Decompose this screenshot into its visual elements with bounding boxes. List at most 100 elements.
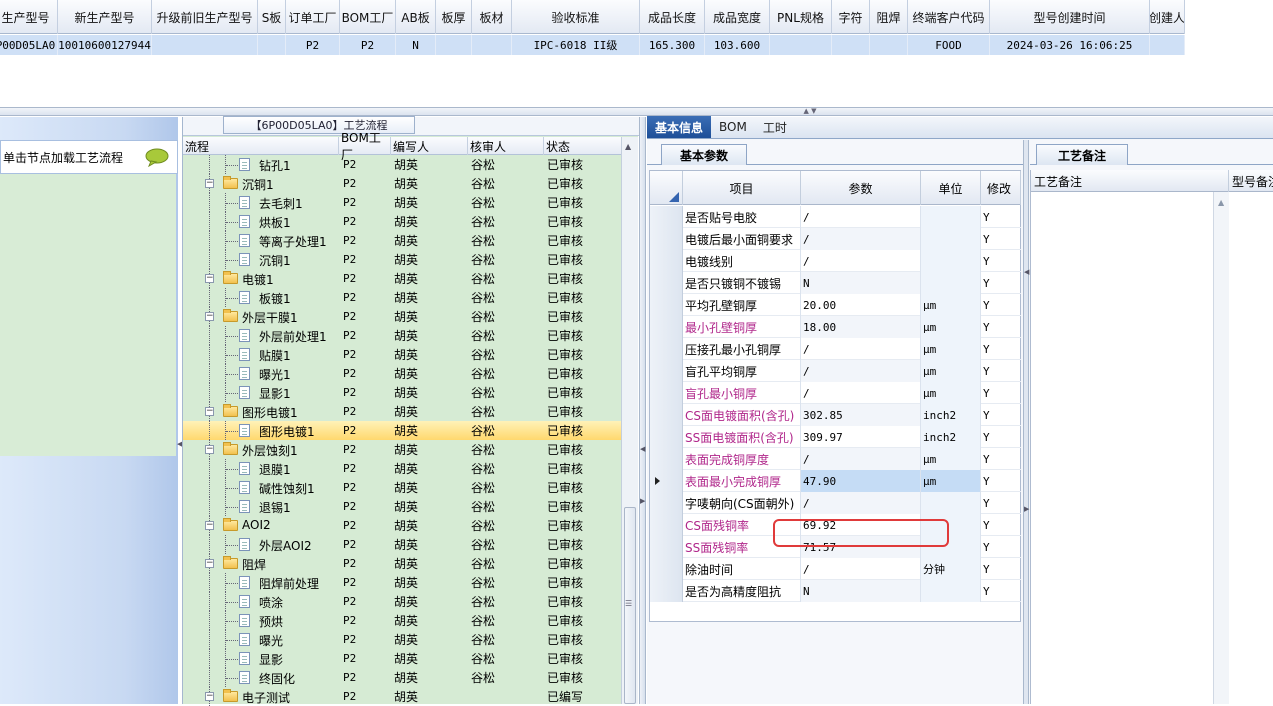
col-flow[interactable]: 流程 [183, 137, 339, 155]
col-process-note[interactable]: 工艺备注 [1031, 170, 1229, 192]
tree-row[interactable]: − 图形电镀1 P2 胡英 谷松 已审核 [183, 402, 621, 421]
tab-work-hours[interactable]: 工时 [755, 116, 795, 138]
param-modify-flag[interactable]: Y [981, 206, 1021, 228]
tree-node[interactable]: − 外层干膜1 [183, 307, 339, 326]
tree-row[interactable]: 阻焊前处理 P2 胡英 谷松 已审核 [183, 573, 621, 592]
param-unit[interactable] [921, 228, 981, 250]
param-row[interactable]: 盲孔平均铜厚 / μm Y [650, 360, 1021, 382]
param-unit[interactable]: inch2 [921, 404, 981, 426]
tree-row[interactable]: 钻孔1 P2 胡英 谷松 已审核 [183, 155, 621, 174]
col-model-create-time[interactable]: 型号创建时间 [990, 0, 1150, 34]
tree-node[interactable]: 终固化 [183, 668, 339, 687]
param-unit[interactable] [921, 580, 981, 602]
param-value[interactable]: / [801, 448, 921, 470]
param-unit[interactable] [921, 272, 981, 294]
split-right-arrow-icon[interactable]: ▶ [1024, 505, 1029, 513]
cell-acceptance-standard[interactable]: IPC-6018 II级 [512, 35, 640, 55]
col-pnl-spec[interactable]: PNL规格 [770, 0, 832, 34]
tree-row[interactable]: 终固化 P2 胡英 谷松 已审核 [183, 668, 621, 687]
col-s-board[interactable]: S板 [258, 0, 286, 34]
cell-board-thickness[interactable] [436, 35, 472, 55]
param-modify-flag[interactable]: Y [981, 294, 1021, 316]
param-unit[interactable]: μm [921, 316, 981, 338]
tree-row[interactable]: 图形电镀1 P2 胡英 谷松 已审核 [183, 421, 621, 440]
param-value[interactable]: 18.00 [801, 316, 921, 338]
tree-node[interactable]: 外层前处理1 [183, 326, 339, 345]
param-value[interactable]: N [801, 580, 921, 602]
col-finished-width[interactable]: 成品宽度 [705, 0, 770, 34]
param-unit[interactable]: 分钟 [921, 558, 981, 580]
col-model-note[interactable]: 型号备注 [1229, 170, 1273, 192]
param-row[interactable]: 平均孔壁铜厚 20.00 μm Y [650, 294, 1021, 316]
row-indicator[interactable] [650, 338, 683, 360]
tree-node[interactable]: 退锡1 [183, 497, 339, 516]
tree-node[interactable]: 外层AOI2 [183, 535, 339, 554]
col-legend[interactable]: 字符 [832, 0, 870, 34]
cell-model-create-time[interactable]: 2024-03-26 16:06:25 [990, 35, 1150, 55]
collapse-toggle-icon[interactable]: − [205, 692, 214, 701]
row-indicator[interactable] [650, 558, 683, 580]
param-modify-flag[interactable]: Y [981, 426, 1021, 448]
col-param[interactable]: 参数 [801, 171, 921, 205]
param-row[interactable]: 除油时间 / 分钟 Y [650, 558, 1021, 580]
param-value[interactable]: / [801, 360, 921, 382]
col-bom-factory[interactable]: BOM工厂 [340, 0, 396, 34]
cell-creator[interactable] [1150, 35, 1185, 55]
col-modify[interactable]: 修改 [981, 171, 1021, 205]
param-value[interactable]: / [801, 250, 921, 272]
tree-node[interactable]: − 外层蚀刻1 [183, 440, 339, 459]
param-value[interactable]: 20.00 [801, 294, 921, 316]
tree-row[interactable]: 沉铜1 P2 胡英 谷松 已审核 [183, 250, 621, 269]
param-modify-flag[interactable]: Y [981, 272, 1021, 294]
param-modify-flag[interactable]: Y [981, 228, 1021, 250]
param-modify-flag[interactable]: Y [981, 360, 1021, 382]
cell-solder-mask[interactable] [870, 35, 908, 55]
split-left-arrow-icon[interactable]: ◀ [1024, 268, 1029, 276]
tree-row[interactable]: 等离子处理1 P2 胡英 谷松 已审核 [183, 231, 621, 250]
param-unit[interactable]: μm [921, 338, 981, 360]
tree-row[interactable]: − 电子测试 P2 胡英 已编写 [183, 687, 621, 706]
collapse-toggle-icon[interactable]: − [205, 274, 214, 283]
collapse-toggle-icon[interactable]: − [205, 521, 214, 530]
tree-node[interactable]: 预烘 [183, 611, 339, 630]
param-row[interactable]: 最小孔壁铜厚 18.00 μm Y [650, 316, 1021, 338]
tree-node[interactable]: 板镀1 [183, 288, 339, 307]
tree-row[interactable]: − 阻焊 P2 胡英 谷松 已审核 [183, 554, 621, 573]
param-modify-flag[interactable]: Y [981, 250, 1021, 272]
cell-legend[interactable] [832, 35, 870, 55]
param-row[interactable]: SS面电镀面积(含孔) 309.97 inch2 Y [650, 426, 1021, 448]
col-unit[interactable]: 单位 [921, 171, 981, 205]
param-row[interactable]: 盲孔最小铜厚 / μm Y [650, 382, 1021, 404]
col-reviewer[interactable]: 核审人 [468, 137, 544, 155]
tree-row[interactable]: 预烘 P2 胡英 谷松 已审核 [183, 611, 621, 630]
param-unit[interactable]: μm [921, 294, 981, 316]
tree-row[interactable]: 喷涂 P2 胡英 谷松 已审核 [183, 592, 621, 611]
param-value[interactable]: 309.97 [801, 426, 921, 448]
scroll-up-icon[interactable]: ▲ [1218, 198, 1224, 207]
tree-row[interactable]: 曝光 P2 胡英 谷松 已审核 [183, 630, 621, 649]
param-row[interactable]: 压接孔最小孔铜厚 / μm Y [650, 338, 1021, 360]
param-value[interactable]: 302.85 [801, 404, 921, 426]
row-indicator[interactable] [650, 580, 683, 602]
param-row[interactable]: 电镀线别 / Y [650, 250, 1021, 272]
row-indicator[interactable] [650, 228, 683, 250]
tree-row[interactable]: 碱性蚀刻1 P2 胡英 谷松 已审核 [183, 478, 621, 497]
param-modify-flag[interactable]: Y [981, 470, 1021, 492]
tree-row[interactable]: − 电镀1 P2 胡英 谷松 已审核 [183, 269, 621, 288]
param-modify-flag[interactable]: Y [981, 514, 1021, 536]
col-author[interactable]: 编写人 [391, 137, 468, 155]
tree-row[interactable]: 退锡1 P2 胡英 谷松 已审核 [183, 497, 621, 516]
param-row[interactable]: 表面完成铜厚度 / μm Y [650, 448, 1021, 470]
tree-row[interactable]: − 外层干膜1 P2 胡英 谷松 已审核 [183, 307, 621, 326]
col-solder-mask[interactable]: 阻焊 [870, 0, 908, 34]
collapse-toggle-icon[interactable]: − [205, 445, 214, 454]
param-unit[interactable] [921, 206, 981, 228]
cell-bom-factory[interactable]: P2 [340, 35, 396, 55]
param-unit[interactable]: inch2 [921, 426, 981, 448]
tree-row[interactable]: 贴膜1 P2 胡英 谷松 已审核 [183, 345, 621, 364]
splitter-grip-icon[interactable]: ▲ ▼ [795, 108, 825, 115]
row-indicator[interactable] [650, 536, 683, 558]
cell-board-material[interactable] [472, 35, 512, 55]
tree-node[interactable]: 沉铜1 [183, 250, 339, 269]
select-all-corner[interactable] [650, 171, 683, 205]
